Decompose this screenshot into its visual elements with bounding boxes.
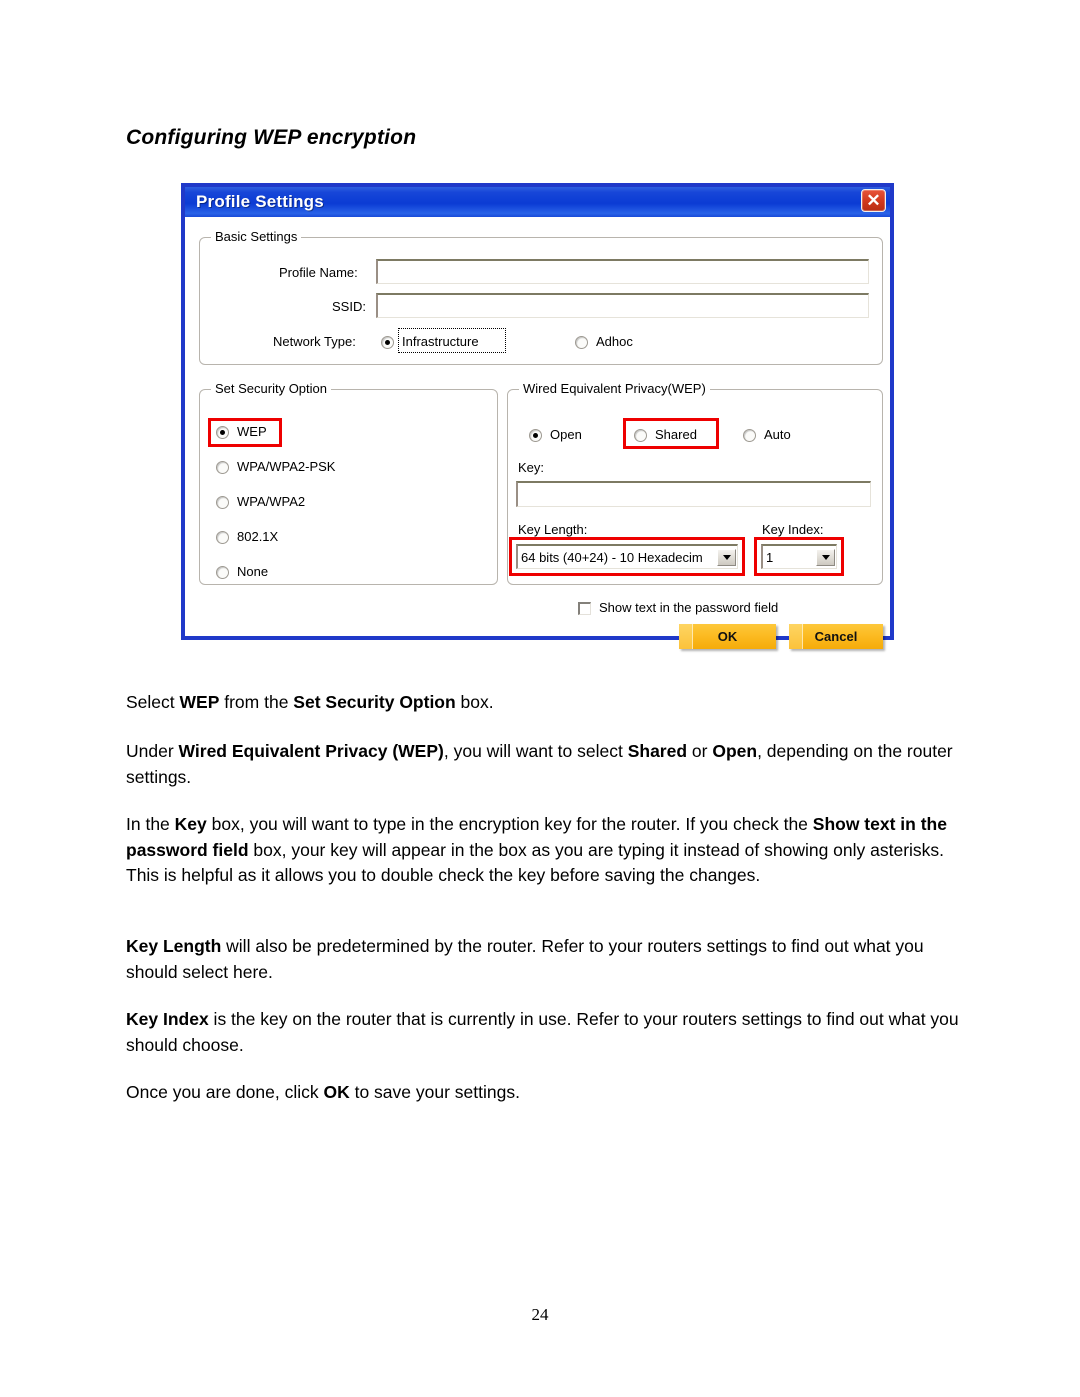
p3-part-d: box, your key will appear in the box as …: [126, 839, 945, 886]
radio-security-wep[interactable]: [216, 426, 229, 439]
profile-settings-dialog: Profile Settings ✕ Basic Settings Profil…: [181, 183, 894, 649]
p2-part-d: or: [687, 741, 713, 761]
radio-network-type-adhoc[interactable]: [575, 336, 588, 349]
p1-bold-wep: WEP: [179, 692, 220, 712]
radio-label-open[interactable]: Open: [550, 427, 582, 442]
key-index-value: 1: [766, 549, 774, 565]
chevron-down-icon[interactable]: [717, 548, 736, 566]
show-text-checkbox[interactable]: [578, 602, 591, 615]
p6-part-c: to save your settings.: [349, 1082, 520, 1102]
radio-network-type-infrastructure[interactable]: [381, 336, 394, 349]
radio-security-none[interactable]: [216, 566, 229, 579]
p6-part-a: Once you are done, click: [126, 1082, 324, 1102]
p3-bold-key: Key: [174, 814, 207, 834]
p4-bold-key-length: Key Length: [126, 936, 222, 956]
set-security-option-group-title: Set Security Option: [211, 381, 331, 396]
radio-label-infrastructure[interactable]: Infrastructure: [402, 334, 479, 349]
page-title: Configuring WEP encryption: [126, 126, 417, 149]
profile-name-input[interactable]: [376, 259, 869, 284]
ssid-input[interactable]: [376, 293, 869, 318]
p1-part-c: from the: [219, 692, 294, 712]
p2-bold-wired-equivalent-privacy: Wired Equivalent Privacy (WEP): [178, 741, 444, 761]
p5-bold-key-index: Key Index: [126, 1009, 209, 1029]
chevron-down-icon[interactable]: [816, 548, 835, 566]
dialog-titlebar: Profile Settings ✕: [185, 187, 890, 217]
p4-part-a: will also be predetermined by the router…: [126, 936, 924, 982]
key-length-value: 64 bits (40+24) - 10 Hexadecim: [521, 549, 703, 565]
paragraph-key-length: Key Length will also be predetermined by…: [126, 934, 966, 985]
radio-security-wpa-wpa2[interactable]: [216, 496, 229, 509]
radio-label-8021x[interactable]: 802.1X: [237, 529, 278, 544]
paragraph-select-wep: Select WEP from the Set Security Option …: [126, 690, 966, 716]
key-label: Key:: [518, 460, 545, 475]
p1-part-a: Select: [126, 692, 180, 712]
show-text-label[interactable]: Show text in the password field: [599, 600, 778, 615]
p2-bold-shared: Shared: [627, 741, 688, 761]
cancel-button[interactable]: Cancel: [789, 624, 883, 649]
key-index-select[interactable]: 1: [761, 544, 837, 569]
p2-part-a: Under: [126, 741, 179, 761]
set-security-option-group: Set Security Option: [199, 381, 498, 585]
close-icon[interactable]: ✕: [861, 189, 886, 212]
radio-label-adhoc[interactable]: Adhoc: [596, 334, 633, 349]
wep-group-title: Wired Equivalent Privacy(WEP): [519, 381, 710, 396]
radio-label-shared[interactable]: Shared: [655, 427, 697, 442]
key-index-label: Key Index:: [762, 522, 824, 537]
paragraph-under-wep: Under Wired Equivalent Privacy (WEP), yo…: [126, 739, 966, 790]
radio-auth-open[interactable]: [529, 429, 542, 442]
p1-part-d: box.: [455, 692, 494, 712]
ok-button[interactable]: OK: [679, 624, 776, 649]
paragraph-click-ok: Once you are done, click OK to save your…: [126, 1080, 966, 1106]
ssid-label: SSID:: [332, 299, 366, 314]
p1-bold-set-security-option: Set Security Option: [293, 692, 456, 712]
paragraph-key-box: In the Key box, you will want to type in…: [126, 812, 966, 889]
paragraph-key-index: Key Index is the key on the router that …: [126, 1007, 966, 1058]
network-type-label: Network Type:: [273, 334, 356, 349]
radio-security-wpa-wpa2-psk[interactable]: [216, 461, 229, 474]
radio-label-none[interactable]: None: [237, 564, 268, 579]
radio-auth-shared[interactable]: [634, 429, 647, 442]
basic-settings-group-title: Basic Settings: [211, 229, 302, 244]
radio-label-auto[interactable]: Auto: [764, 427, 791, 442]
key-length-label: Key Length:: [518, 522, 588, 537]
radio-label-wpa-wpa2[interactable]: WPA/WPA2: [237, 494, 305, 509]
p6-bold-ok: OK: [323, 1082, 350, 1102]
radio-label-wep[interactable]: WEP: [237, 424, 267, 439]
profile-name-label: Profile Name:: [279, 265, 358, 280]
p2-part-c: , you will want to select: [443, 741, 628, 761]
radio-label-wpa-wpa2-psk[interactable]: WPA/WPA2-PSK: [237, 459, 335, 474]
key-input[interactable]: [516, 481, 871, 507]
dialog-body: Basic Settings Profile Name: SSID: Netwo…: [185, 217, 890, 649]
key-length-select[interactable]: 64 bits (40+24) - 10 Hexadecim: [516, 544, 738, 569]
p5-part-a: is the key on the router that is current…: [126, 1009, 959, 1055]
p2-bold-open: Open: [712, 741, 758, 761]
dialog-title: Profile Settings: [196, 192, 324, 211]
radio-auth-auto[interactable]: [743, 429, 756, 442]
page-number: 24: [531, 1305, 549, 1324]
p3-part-a: In the: [126, 814, 175, 834]
p3-part-c: box, you will want to type in the encryp…: [206, 814, 813, 834]
radio-security-8021x[interactable]: [216, 531, 229, 544]
